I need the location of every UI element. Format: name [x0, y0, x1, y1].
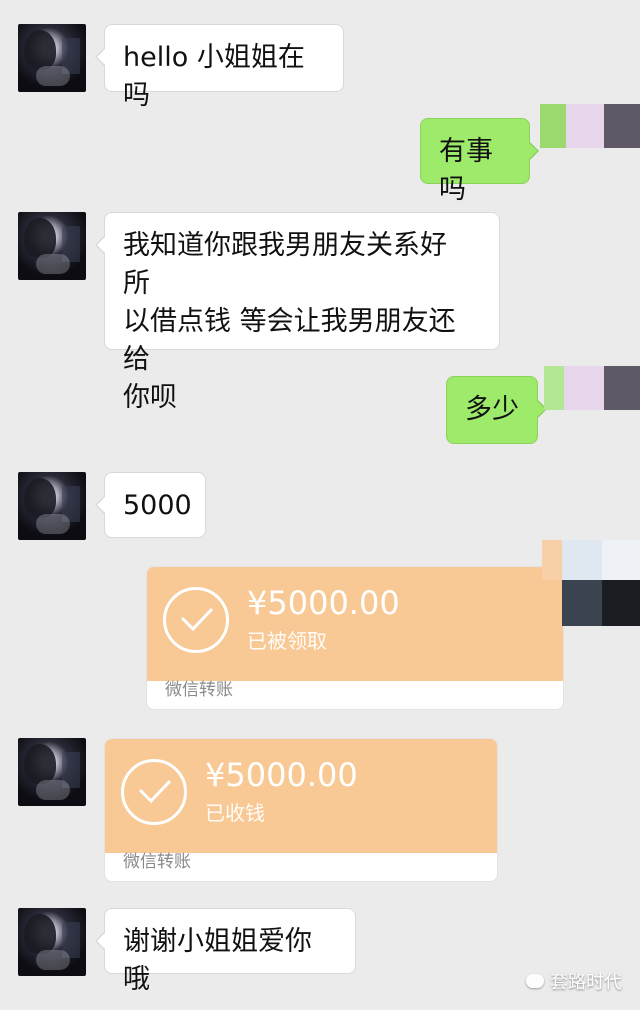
self-avatar-fragment: [562, 540, 602, 580]
message-text: 谢谢小姐姐爱你哦: [123, 926, 312, 995]
contact-avatar[interactable]: [18, 908, 86, 976]
transfer-footer: 微信转账: [123, 852, 191, 872]
contact-avatar[interactable]: [18, 472, 86, 540]
self-avatar-fragment: [604, 366, 640, 410]
message-text: 5000: [123, 490, 192, 521]
transfer-card[interactable]: ¥5000.00 已收钱 微信转账: [104, 738, 498, 882]
transfer-status: 已被领取: [247, 629, 327, 653]
self-avatar-fragment: [542, 540, 562, 580]
watermark-text: 套路时代: [550, 972, 622, 993]
self-avatar-fragment: [540, 104, 566, 148]
transfer-footer: 微信转账: [165, 680, 233, 700]
message-bubble[interactable]: 谢谢小姐姐爱你哦: [95, 908, 356, 995]
transfer-card[interactable]: ¥5000.00 已被领取 微信转账: [146, 566, 564, 710]
message-text-line: 你呗: [123, 382, 177, 413]
message-bubble[interactable]: 5000: [95, 472, 206, 538]
transfer-amount: ¥5000.00: [247, 584, 400, 622]
contact-avatar[interactable]: [18, 24, 86, 92]
check-icon: [163, 587, 229, 653]
self-avatar-fragment: [562, 580, 602, 626]
message-text-line: 以借点钱 等会让我男朋友还给: [123, 306, 456, 375]
contact-avatar[interactable]: [18, 738, 86, 806]
self-avatar-fragment: [602, 580, 640, 626]
transfer-amount: ¥5000.00: [205, 756, 358, 794]
watermark: 套路时代: [526, 968, 622, 994]
message-text: 有事吗: [439, 136, 493, 205]
wechat-icon: [526, 974, 544, 988]
self-avatar-fragment: [544, 366, 564, 410]
message-text-line: 我知道你跟我男朋友关系好 所: [123, 230, 447, 299]
message-bubble[interactable]: 我知道你跟我男朋友关系好 所 以借点钱 等会让我男朋友还给 你呗: [95, 212, 500, 413]
message-bubble[interactable]: hello 小姐姐在吗: [95, 24, 344, 111]
transfer-status: 已收钱: [205, 801, 265, 825]
self-avatar-fragment: [604, 104, 640, 148]
message-text: 多少: [465, 394, 519, 425]
check-icon: [121, 759, 187, 825]
self-avatar-fragment: [566, 104, 604, 148]
contact-avatar[interactable]: [18, 212, 86, 280]
message-bubble[interactable]: 有事吗: [420, 118, 539, 205]
self-avatar-fragment: [602, 540, 640, 580]
self-avatar-fragment: [564, 366, 604, 410]
message-bubble[interactable]: 多少: [446, 376, 547, 444]
message-text: hello 小姐姐在吗: [123, 42, 305, 111]
